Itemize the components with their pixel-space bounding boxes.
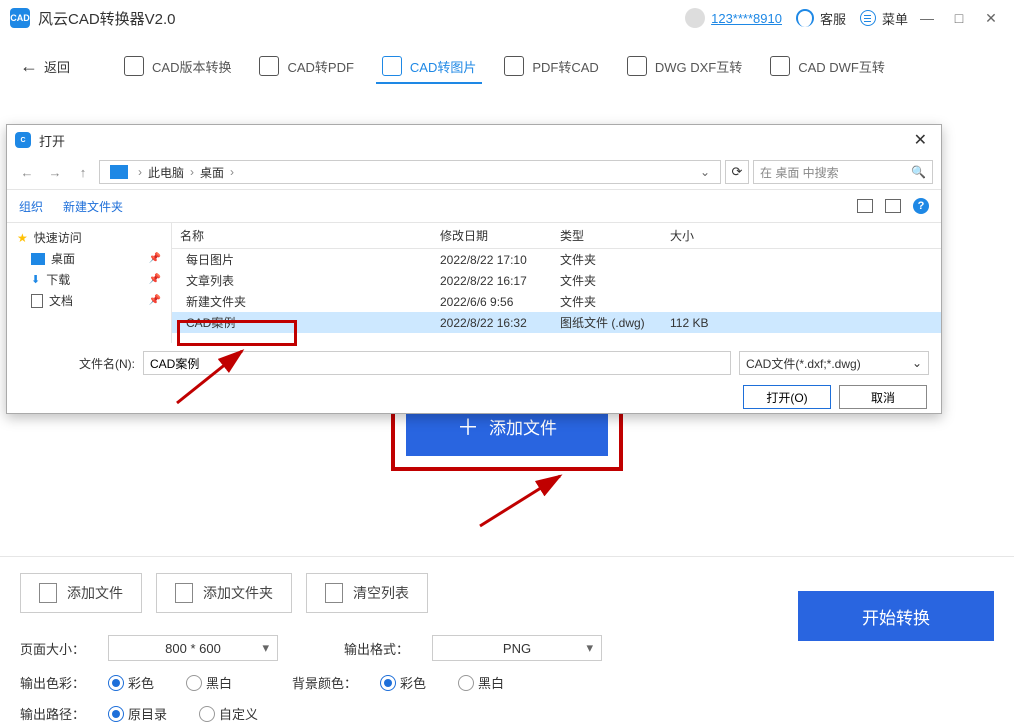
page-size-select[interactable]: 800 * 600 — [108, 635, 278, 661]
dialog-icon: C — [15, 132, 31, 148]
file-row-selected[interactable]: CAD案例2022/8/22 16:32图纸文件 (.dwg)112 KB — [172, 312, 941, 333]
dialog-close-button[interactable]: ✕ — [908, 130, 933, 150]
headset-icon — [796, 9, 814, 27]
path-orig-radio[interactable]: 原目录 — [108, 704, 167, 723]
path-custom-radio[interactable]: 自定义 — [199, 704, 258, 723]
filename-label: 文件名(N): — [79, 355, 135, 372]
tab-cad-pdf[interactable]: CAD转PDF — [245, 36, 367, 96]
doc-icon — [504, 56, 524, 76]
search-icon: 🔍 — [911, 165, 926, 179]
file-row[interactable]: 新建文件夹2022/6/6 9:56文件夹 — [172, 291, 941, 312]
refresh-button[interactable]: ⟳ — [725, 160, 749, 184]
col-date[interactable]: 修改日期 — [440, 227, 560, 244]
open-button[interactable]: 打开(O) — [743, 385, 831, 409]
preview-button[interactable] — [885, 199, 901, 213]
color-bw-radio[interactable]: 黑白 — [186, 673, 232, 692]
doc-icon — [627, 56, 647, 76]
menu-icon — [860, 10, 876, 26]
bg-bw-radio[interactable]: 黑白 — [458, 673, 504, 692]
start-convert-button[interactable]: 开始转换 — [798, 591, 994, 641]
folder-plus-icon — [175, 583, 193, 603]
app-title: 风云CAD转换器V2.0 — [38, 8, 176, 29]
open-dialog: C 打开 ✕ ← → ↑ › 此电脑 › 桌面 › ⌄ ⟳ 在 桌面 中搜索 🔍… — [6, 124, 942, 414]
tab-cad-version[interactable]: CAD版本转换 — [110, 36, 245, 96]
doc-icon — [259, 56, 279, 76]
file-plus-icon — [39, 583, 57, 603]
tab-cad-image[interactable]: CAD转图片 — [368, 36, 490, 96]
trash-icon — [325, 583, 343, 603]
dialog-title: 打开 — [39, 131, 65, 150]
file-row[interactable]: 每日图片2022/8/22 17:10文件夹 — [172, 249, 941, 270]
view-button[interactable] — [857, 199, 873, 213]
app-icon: CAD — [10, 8, 30, 28]
add-file-small-button[interactable]: 添加文件 — [20, 573, 142, 613]
doc-icon — [382, 56, 402, 76]
avatar[interactable] — [685, 8, 705, 28]
annotation-arrow — [460, 466, 580, 536]
filename-input[interactable] — [143, 351, 731, 375]
tab-dwg-dxf[interactable]: DWG DXF互转 — [613, 36, 756, 96]
filetype-filter[interactable]: CAD文件(*.dxf;*.dwg)⌄ — [739, 351, 929, 375]
bg-color-radio[interactable]: 彩色 — [380, 673, 426, 692]
back-label: 返回 — [44, 57, 70, 76]
clear-list-button[interactable]: 清空列表 — [306, 573, 428, 613]
file-list: 名称 修改日期 类型 大小 每日图片2022/8/22 17:10文件夹 文章列… — [172, 223, 941, 343]
user-link[interactable]: 123****8910 — [711, 11, 782, 26]
sidebar-quick-access[interactable]: ★快速访问 — [7, 227, 171, 248]
col-type[interactable]: 类型 — [560, 227, 670, 244]
nav-up-button[interactable]: ↑ — [71, 160, 95, 184]
format-label: 输出格式： — [344, 639, 414, 658]
breadcrumb[interactable]: › 此电脑 › 桌面 › ⌄ — [99, 160, 721, 184]
menu-label[interactable]: 菜单 — [882, 9, 908, 28]
color-label: 输出色彩： — [20, 673, 90, 692]
add-folder-button[interactable]: 添加文件夹 — [156, 573, 292, 613]
bg-label: 背景颜色： — [292, 673, 362, 692]
support-label[interactable]: 客服 — [820, 9, 846, 28]
format-select[interactable]: PNG — [432, 635, 602, 661]
arrow-left-icon: ← — [20, 56, 38, 77]
sidebar-documents[interactable]: 文档📌 — [7, 290, 171, 311]
help-icon[interactable]: ? — [913, 198, 929, 214]
sidebar-desktop[interactable]: 桌面📌 — [7, 248, 171, 269]
doc-icon — [124, 56, 144, 76]
back-button[interactable]: ← 返回 — [20, 56, 70, 77]
cancel-button[interactable]: 取消 — [839, 385, 927, 409]
organize-menu[interactable]: 组织 — [19, 198, 43, 215]
nav-fwd-button[interactable]: → — [43, 160, 67, 184]
pc-icon — [110, 165, 128, 179]
add-file-label: 添加文件 — [489, 414, 557, 439]
tab-cad-dwf[interactable]: CAD DWF互转 — [756, 36, 899, 96]
tab-pdf-cad[interactable]: PDF转CAD — [490, 36, 612, 96]
doc-icon — [770, 56, 790, 76]
nav-back-button[interactable]: ← — [15, 160, 39, 184]
minimize-button[interactable]: — — [914, 5, 940, 31]
page-size-label: 页面大小： — [20, 639, 90, 658]
search-input[interactable]: 在 桌面 中搜索 🔍 — [753, 160, 933, 184]
sidebar-downloads[interactable]: ⬇下载📌 — [7, 269, 171, 290]
close-button[interactable]: ✕ — [978, 5, 1004, 31]
maximize-button[interactable]: □ — [946, 5, 972, 31]
file-row[interactable]: 文章列表2022/8/22 16:17文件夹 — [172, 270, 941, 291]
dialog-sidebar: ★快速访问 桌面📌 ⬇下载📌 文档📌 — [7, 223, 172, 343]
color-color-radio[interactable]: 彩色 — [108, 673, 154, 692]
col-size[interactable]: 大小 — [670, 227, 730, 244]
newfolder-button[interactable]: 新建文件夹 — [63, 198, 123, 215]
col-name[interactable]: 名称 — [180, 227, 440, 244]
path-label: 输出路径： — [20, 704, 90, 723]
